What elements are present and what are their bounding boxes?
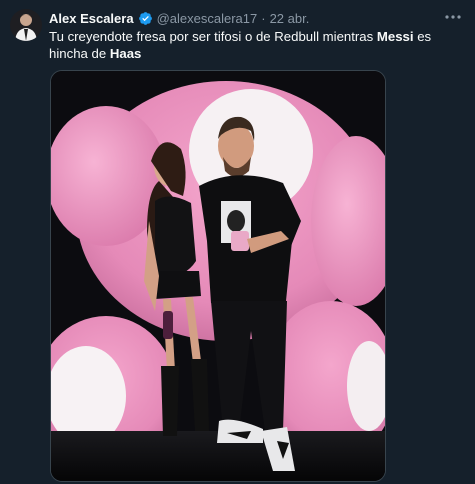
author-handle[interactable]: @alexescalera17 — [157, 11, 258, 26]
photo-image — [51, 71, 385, 481]
tweet-text: Tu creyendote fresa por ser tifosi o de … — [49, 28, 464, 62]
tweet-text-bold-messi: Messi — [376, 29, 414, 44]
tweet-header: Alex Escalera @alexescalera17 · 22 abr. — [49, 9, 475, 27]
more-options-icon[interactable] — [443, 8, 463, 26]
separator-dot: · — [261, 10, 266, 26]
tweet-text-bold-haas: Haas — [109, 46, 142, 61]
tweet[interactable]: Alex Escalera @alexescalera17 · 22 abr. … — [0, 0, 475, 484]
author-name[interactable]: Alex Escalera — [49, 11, 134, 26]
tweet-date[interactable]: 22 abr. — [270, 11, 310, 26]
tweet-text-part: Tu creyendote fresa por ser tifosi o de … — [49, 29, 377, 44]
tweet-photo[interactable] — [50, 70, 386, 482]
verified-badge-icon — [138, 11, 153, 26]
avatar[interactable] — [10, 9, 42, 41]
